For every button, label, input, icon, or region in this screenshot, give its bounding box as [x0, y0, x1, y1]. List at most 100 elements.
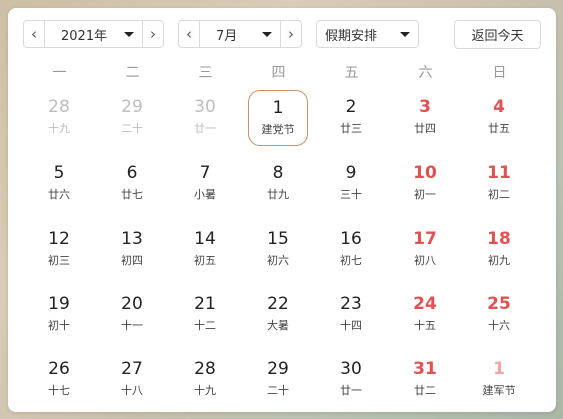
weekday-label: 二 — [125, 65, 140, 81]
lunar-date: 初七 — [340, 254, 362, 267]
day-cell[interactable]: 28 十九 — [29, 90, 89, 146]
lunar-date: 初一 — [414, 188, 436, 201]
day-cell[interactable]: 5 廿六 — [29, 156, 89, 212]
weekday-label: 四 — [271, 65, 286, 81]
day-number: 6 — [126, 163, 138, 183]
lunar-date: 十四 — [340, 319, 362, 332]
day-number: 18 — [487, 229, 511, 249]
year-value: 2021年 — [61, 28, 108, 44]
prev-year-button[interactable]: ‹ — [24, 21, 45, 47]
day-number: 1 — [493, 359, 505, 379]
day-cell[interactable]: 17 初八 — [395, 222, 455, 278]
day-number: 10 — [413, 163, 437, 183]
chevron-right-icon: › — [288, 25, 294, 43]
day-cell[interactable]: 19 初十 — [29, 287, 89, 343]
holiday-value: 假期安排 — [325, 28, 378, 44]
day-cell[interactable]: 6 廿七 — [102, 156, 162, 212]
lunar-date: 初四 — [121, 254, 143, 267]
day-cell[interactable]: 20 十一 — [102, 287, 162, 343]
day-cell[interactable]: 29 二十 — [102, 90, 162, 146]
day-cell[interactable]: 14 初五 — [175, 222, 235, 278]
day-cell[interactable]: 16 初七 — [321, 222, 381, 278]
day-number: 14 — [194, 229, 216, 249]
day-cell[interactable]: 25 十六 — [469, 287, 529, 343]
day-cell[interactable]: 31 廿二 — [395, 352, 455, 408]
day-cell[interactable]: 4 廿五 — [469, 90, 529, 146]
day-cell[interactable]: 26 十七 — [29, 352, 89, 408]
day-cell[interactable]: 24 十五 — [395, 287, 455, 343]
lunar-date: 建党节 — [261, 123, 295, 136]
day-number: 1 — [272, 98, 284, 118]
day-number: 4 — [493, 97, 505, 117]
day-number: 20 — [121, 294, 143, 314]
lunar-date: 十一 — [121, 319, 143, 332]
weekday-label: 五 — [344, 65, 359, 81]
caret-down-icon — [262, 31, 272, 37]
calendar-card: ‹ 2021年 › ‹ 7月 › 假期安排 返回今天 一二三四五六日 28 十九… — [8, 8, 556, 412]
day-cell-selected[interactable]: 1 建党节 — [248, 90, 308, 146]
day-cell[interactable]: 10 初一 — [395, 156, 455, 212]
month-value: 7月 — [216, 28, 238, 44]
day-cell[interactable]: 21 十二 — [175, 287, 235, 343]
lunar-date: 廿二 — [414, 384, 436, 397]
day-cell[interactable]: 9 三十 — [321, 156, 381, 212]
lunar-date: 廿三 — [340, 122, 362, 135]
day-number: 28 — [194, 359, 216, 379]
day-number: 31 — [413, 359, 437, 379]
lunar-date: 十二 — [194, 319, 216, 332]
day-cell[interactable]: 15 初六 — [248, 222, 308, 278]
lunar-date: 三十 — [340, 188, 362, 201]
day-number: 7 — [199, 163, 211, 183]
month-selector: ‹ 7月 › — [178, 20, 302, 48]
next-month-button[interactable]: › — [280, 21, 301, 47]
day-cell[interactable]: 2 廿三 — [321, 90, 381, 146]
day-number: 8 — [272, 163, 284, 183]
day-cell[interactable]: 11 初二 — [469, 156, 529, 212]
day-cell[interactable]: 29 二十 — [248, 352, 308, 408]
day-cell[interactable]: 8 廿九 — [248, 156, 308, 212]
day-cell[interactable]: 12 初三 — [29, 222, 89, 278]
back-to-today-button[interactable]: 返回今天 — [454, 20, 541, 49]
day-cell[interactable]: 18 初九 — [469, 222, 529, 278]
lunar-date: 小暑 — [194, 188, 216, 201]
lunar-date: 廿一 — [194, 122, 216, 135]
day-cell[interactable]: 3 廿四 — [395, 90, 455, 146]
day-number: 30 — [340, 359, 362, 379]
day-cell[interactable]: 7 小暑 — [175, 156, 235, 212]
day-number: 16 — [340, 229, 362, 249]
lunar-date: 十八 — [121, 384, 143, 397]
day-cell[interactable]: 13 初四 — [102, 222, 162, 278]
lunar-date: 廿六 — [48, 188, 70, 201]
day-cell[interactable]: 27 十八 — [102, 352, 162, 408]
day-cell[interactable]: 30 廿一 — [321, 352, 381, 408]
day-cell[interactable]: 1 建军节 — [469, 352, 529, 408]
day-number: 27 — [121, 359, 143, 379]
year-dropdown[interactable]: 2021年 — [45, 21, 142, 47]
day-cell[interactable]: 23 十四 — [321, 287, 381, 343]
caret-down-icon — [400, 31, 410, 37]
day-number: 26 — [48, 359, 70, 379]
holiday-selector[interactable]: 假期安排 — [316, 20, 419, 48]
next-year-button[interactable]: › — [142, 21, 163, 47]
day-number: 12 — [48, 229, 70, 249]
day-number: 29 — [121, 97, 143, 117]
chevron-right-icon: › — [150, 25, 156, 43]
day-cell[interactable]: 30 廿一 — [175, 90, 235, 146]
lunar-date: 初五 — [194, 254, 216, 267]
lunar-date: 十五 — [414, 319, 436, 332]
lunar-date: 初六 — [267, 254, 289, 267]
day-number: 15 — [267, 229, 289, 249]
day-cell[interactable]: 28 十九 — [175, 352, 235, 408]
weekday-label: 一 — [52, 65, 67, 81]
lunar-date: 廿七 — [121, 188, 143, 201]
month-dropdown[interactable]: 7月 — [200, 21, 280, 47]
day-cell[interactable]: 22 大暑 — [248, 287, 308, 343]
caret-down-icon — [124, 31, 134, 37]
year-selector: ‹ 2021年 › — [23, 20, 164, 48]
lunar-date: 大暑 — [267, 319, 289, 332]
weekday-label: 三 — [198, 65, 213, 81]
prev-month-button[interactable]: ‹ — [179, 21, 200, 47]
day-number: 9 — [345, 163, 357, 183]
holiday-dropdown[interactable]: 假期安排 — [317, 21, 418, 47]
day-number: 11 — [487, 163, 511, 183]
